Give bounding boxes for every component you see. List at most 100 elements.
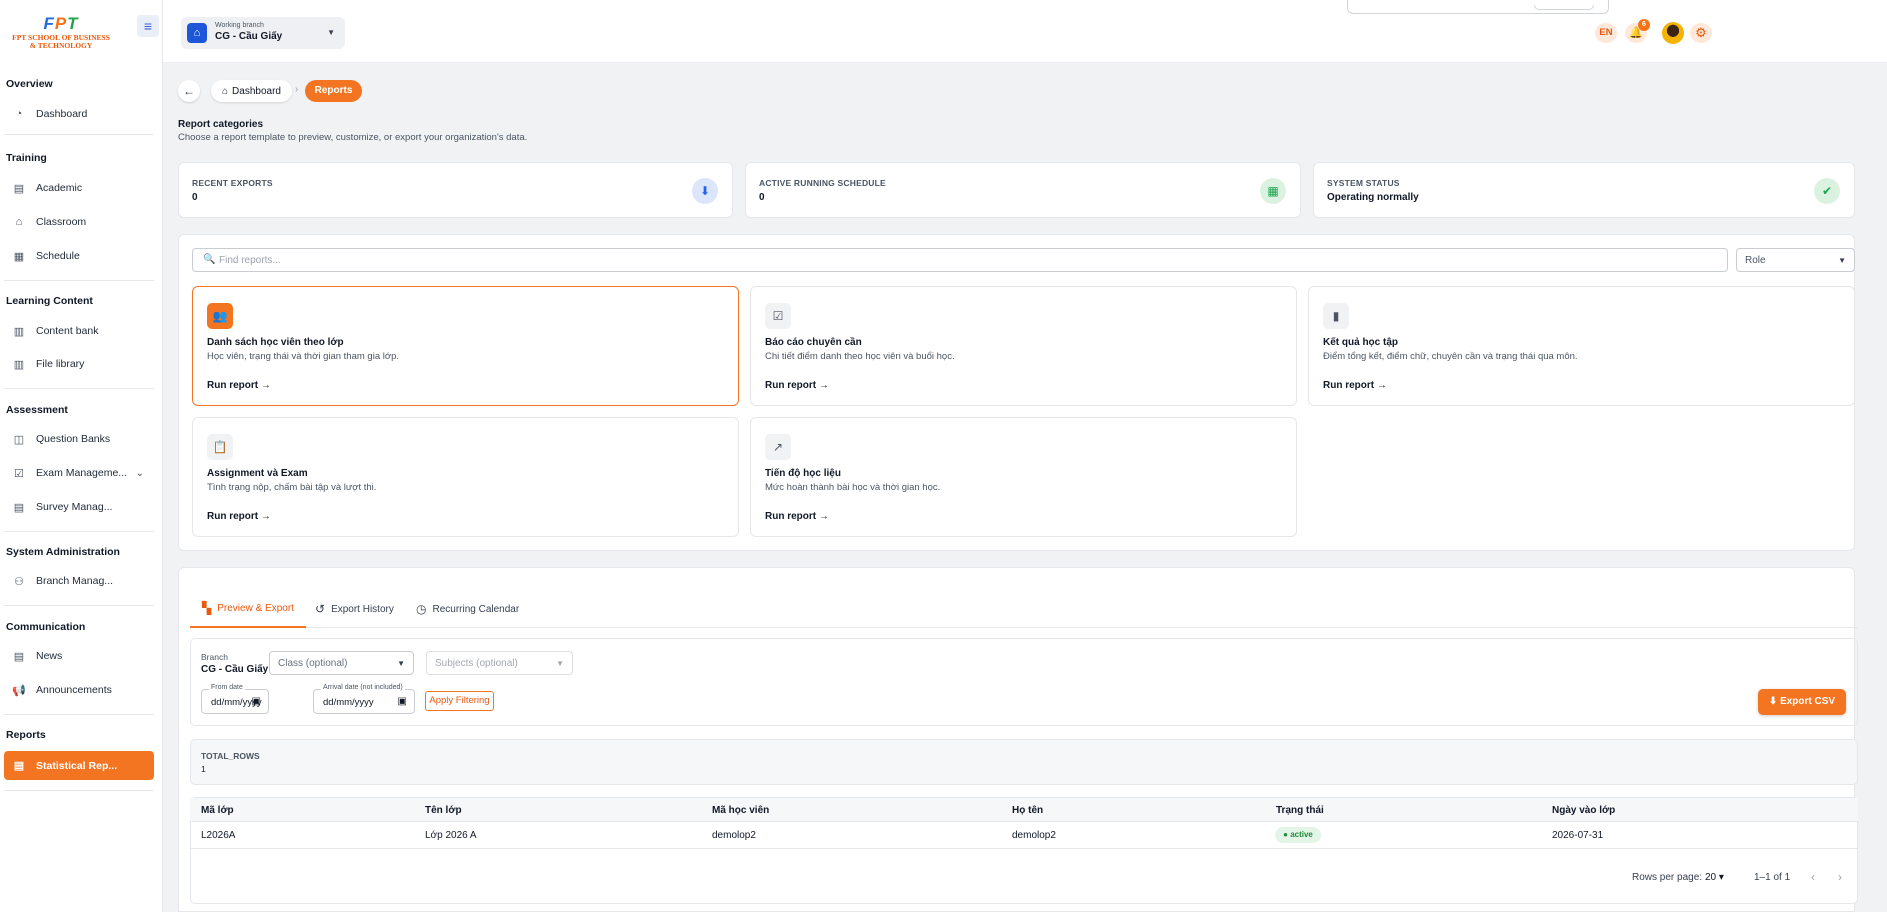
dashboard-icon: ◔ xyxy=(15,108,23,120)
school-logo[interactable]: FPT FPT SCHOOL OF BUSINESS & TECHNOLOGY xyxy=(6,14,116,56)
column-header[interactable]: Họ tên xyxy=(1012,805,1043,816)
table-cell: demolop2 xyxy=(712,830,756,841)
calendar-icon: ▦ xyxy=(13,250,25,263)
apply-filtering-button[interactable]: Apply Filtering xyxy=(425,691,494,711)
report-card-students-by-class[interactable]: 👥 Danh sách học viên theo lớp Học viên, … xyxy=(192,286,739,406)
sidebar-item-classroom[interactable]: ⌂ Classroom xyxy=(4,208,154,236)
logo-line-2: & TECHNOLOGY xyxy=(29,41,93,50)
run-report-link[interactable]: Run report → xyxy=(765,380,829,391)
dropdown-popover xyxy=(1347,0,1609,14)
sidebar-item-survey-management[interactable]: ▤ Survey Manag... xyxy=(4,493,154,521)
nav-divider xyxy=(4,714,154,715)
search-icon: 🔍 xyxy=(203,254,216,265)
gear-icon[interactable]: ⚙ xyxy=(1690,23,1712,43)
sidebar-item-exam-management[interactable]: ☑ Exam Manageme... ⌄ xyxy=(4,459,154,487)
search-input[interactable] xyxy=(219,252,1619,268)
menu-toggle-icon[interactable]: ≡ xyxy=(137,15,159,37)
arrival-date-field[interactable]: Arrival date (not included) dd/mm/yyyy ▣ xyxy=(313,684,415,714)
rows-per-page-value: 20 xyxy=(1705,872,1717,883)
rows-per-page-select[interactable]: 20 ▾ xyxy=(1705,872,1724,883)
working-branch-selector[interactable]: ⌂ Working branch CG - Cầu Giấy ▼ xyxy=(181,17,345,49)
stat-value: 0 xyxy=(759,192,765,203)
summary-box xyxy=(190,739,1858,785)
sidebar-item-news[interactable]: ▤ News xyxy=(4,642,154,670)
language-toggle[interactable]: EN xyxy=(1595,23,1617,43)
from-date-field[interactable]: From date dd/mm/yyyy ▣ xyxy=(201,684,269,714)
class-select[interactable]: Class (optional) ▼ xyxy=(269,651,414,675)
sidebar-item-statistical-reports[interactable]: ▤ Statistical Rep... xyxy=(4,751,154,780)
clipboard-icon: 📋 xyxy=(207,434,233,460)
sidebar-item-announcements[interactable]: 📢 Announcements xyxy=(4,676,154,704)
column-header[interactable]: Ngày vào lớp xyxy=(1552,805,1615,816)
checklist-icon: ☑ xyxy=(765,303,791,329)
column-header[interactable]: Trạng thái xyxy=(1276,805,1324,816)
sidebar-item-label: Branch Manag... xyxy=(36,575,114,587)
report-card-assignment-exam[interactable]: 📋 Assignment và Exam Tình trạng nộp, chấ… xyxy=(192,417,739,537)
sidebar-item-academic[interactable]: ▤ Academic xyxy=(4,174,154,202)
sidebar-item-label: News xyxy=(36,650,63,662)
sidebar-item-branch-management[interactable]: ⚇ Branch Manag... xyxy=(4,567,154,595)
caret-down-icon: ▼ xyxy=(397,659,405,668)
sidebar-item-content-bank[interactable]: ▥ Content bank xyxy=(4,317,154,345)
run-report-link[interactable]: Run report → xyxy=(207,511,271,522)
nav-section-overview: Overview xyxy=(6,78,53,90)
avatar[interactable] xyxy=(1662,22,1684,44)
back-arrow-icon[interactable]: ← xyxy=(178,80,200,102)
branch-icon: ⌂ xyxy=(187,23,207,43)
report-card-desc: Mức hoàn thành bài học và thời gian học. xyxy=(765,482,941,493)
next-page-icon[interactable]: › xyxy=(1832,868,1848,886)
stat-value: 0 xyxy=(192,192,198,203)
nav-section-communication: Communication xyxy=(6,621,86,633)
stat-card-recent-exports: RECENT EXPORTS 0 ⬇ xyxy=(178,162,733,218)
sidebar-item-label: Question Banks xyxy=(36,433,111,445)
report-card-material-progress[interactable]: ↗ Tiến độ học liệu Mức hoàn thành bài họ… xyxy=(750,417,1297,537)
prev-page-icon[interactable]: ‹ xyxy=(1805,868,1821,886)
report-card-desc: Chi tiết điểm danh theo học viên và buổi… xyxy=(765,351,955,362)
filter-branch-value: CG - Cầu Giấy xyxy=(201,664,269,675)
tab-preview-export[interactable]: ▚ Preview & Export xyxy=(190,590,306,628)
book-icon: ◫ xyxy=(13,433,25,446)
sidebar-item-schedule[interactable]: ▦ Schedule xyxy=(4,242,154,270)
page-subtitle: Choose a report template to preview, cus… xyxy=(178,132,528,143)
report-card-attendance[interactable]: ☑ Báo cáo chuyên cần Chi tiết điểm danh … xyxy=(750,286,1297,406)
run-report-link[interactable]: Run report → xyxy=(1323,380,1387,391)
tab-export-history[interactable]: ↺ Export History xyxy=(303,590,406,628)
nav-section-reports: Reports xyxy=(6,729,46,741)
chevron-down-icon[interactable]: ⌄ xyxy=(136,468,144,479)
branch-name: CG - Cầu Giấy xyxy=(215,31,283,42)
trending-icon: ↗ xyxy=(765,434,791,460)
report-card-desc: Điểm tổng kết, điểm chữ, chuyên cần và t… xyxy=(1323,351,1578,362)
status-badge-text: active xyxy=(1290,830,1313,839)
role-select[interactable]: Role ▼ xyxy=(1736,248,1855,272)
notification-badge: 6 xyxy=(1638,19,1650,31)
sidebar-item-label: Academic xyxy=(36,182,83,194)
sidebar-item-dashboard[interactable]: ◔ Dashboard xyxy=(4,100,154,128)
check-circle-icon: ✔ xyxy=(1814,178,1840,204)
calendar-icon[interactable]: ▣ xyxy=(398,696,407,707)
calendar-icon[interactable]: ▣ xyxy=(252,696,261,707)
megaphone-icon: 📢 xyxy=(12,684,26,697)
breadcrumb-reports[interactable]: Reports xyxy=(305,80,362,102)
run-report-link[interactable]: Run report → xyxy=(207,380,271,391)
report-card-learning-results[interactable]: ▮ Kết quả học tập Điểm tổng kết, điểm ch… xyxy=(1308,286,1855,406)
report-search[interactable]: 🔍 xyxy=(192,248,1728,272)
sidebar-item-question-banks[interactable]: ◫ Question Banks xyxy=(4,425,154,453)
classroom-icon: ⌂ xyxy=(15,216,23,228)
export-csv-button[interactable]: ⬇ Export CSV xyxy=(1758,689,1846,715)
breadcrumb-dashboard[interactable]: ⌂ Dashboard xyxy=(211,80,292,102)
nav-divider xyxy=(4,280,154,281)
stat-label: RECENT EXPORTS xyxy=(192,178,273,188)
column-header[interactable]: Mã lớp xyxy=(201,805,234,816)
column-header[interactable]: Tên lớp xyxy=(425,805,462,816)
column-header[interactable]: Mã học viên xyxy=(712,805,769,816)
subjects-select[interactable]: Subjects (optional) ▼ xyxy=(426,651,573,675)
filter-branch-label: Branch xyxy=(201,652,228,662)
page-title: Report categories xyxy=(178,119,264,130)
academic-icon: ▤ xyxy=(13,182,25,195)
tab-recurring-calendar[interactable]: ◷ Recurring Calendar xyxy=(404,590,531,628)
run-report-link[interactable]: Run report → xyxy=(765,511,829,522)
table-row-divider xyxy=(190,848,1858,849)
report-card-title: Danh sách học viên theo lớp xyxy=(207,337,344,348)
sidebar-item-file-library[interactable]: ▥ File library xyxy=(4,350,154,378)
arrival-date-value: dd/mm/yyyy xyxy=(323,697,374,708)
